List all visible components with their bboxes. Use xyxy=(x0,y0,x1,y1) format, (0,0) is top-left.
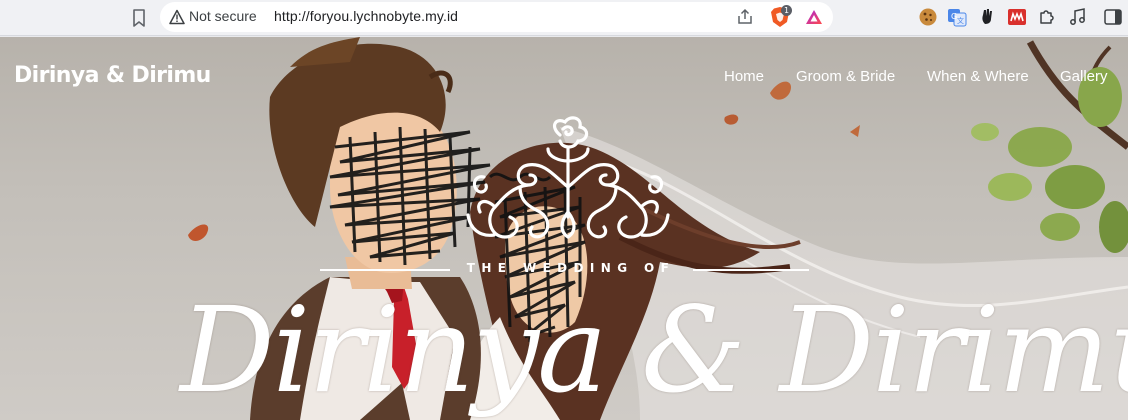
browser-toolbar: Not secure http://foryou.lychnobyte.my.i… xyxy=(0,0,1128,36)
warning-triangle-icon[interactable] xyxy=(169,9,185,25)
nav-groom-bride[interactable]: Groom & Bride xyxy=(796,68,895,85)
couple-names-heading: Dirinya & Dirimu xyxy=(180,281,1128,419)
url-text[interactable]: http://foryou.lychnobyte.my.id xyxy=(274,8,458,24)
site-logo[interactable]: Dirinya & Dirimu xyxy=(14,63,211,88)
media-extension-icon[interactable] xyxy=(1007,7,1027,27)
divider-left xyxy=(320,269,450,271)
nav-gallery[interactable]: Gallery xyxy=(1060,68,1108,85)
divider-right xyxy=(693,269,809,271)
address-bar[interactable]: Not secure http://foryou.lychnobyte.my.i… xyxy=(160,2,833,32)
hand-extension-icon[interactable] xyxy=(977,7,997,27)
brave-rewards-icon[interactable] xyxy=(805,8,823,26)
hero-subtitle: THE WEDDING OF xyxy=(466,261,676,275)
nav-when-where[interactable]: When & Where xyxy=(927,68,1029,85)
nav-home[interactable]: Home xyxy=(724,68,764,85)
cookie-extension-icon[interactable] xyxy=(918,7,938,27)
bookmark-icon[interactable] xyxy=(128,7,150,29)
wedding-website: Dirinya & Dirimu Home Groom & Bride When… xyxy=(0,37,1128,420)
share-icon[interactable] xyxy=(736,8,754,26)
security-status[interactable]: Not secure xyxy=(189,8,257,24)
puzzle-extensions-icon[interactable] xyxy=(1037,7,1057,27)
svg-text:文: 文 xyxy=(957,16,964,25)
translate-extension-icon[interactable]: G 文 xyxy=(947,7,967,27)
shield-count-badge: 1 xyxy=(781,5,792,16)
music-icon[interactable] xyxy=(1068,7,1088,27)
side-panel-icon[interactable] xyxy=(1103,7,1123,27)
